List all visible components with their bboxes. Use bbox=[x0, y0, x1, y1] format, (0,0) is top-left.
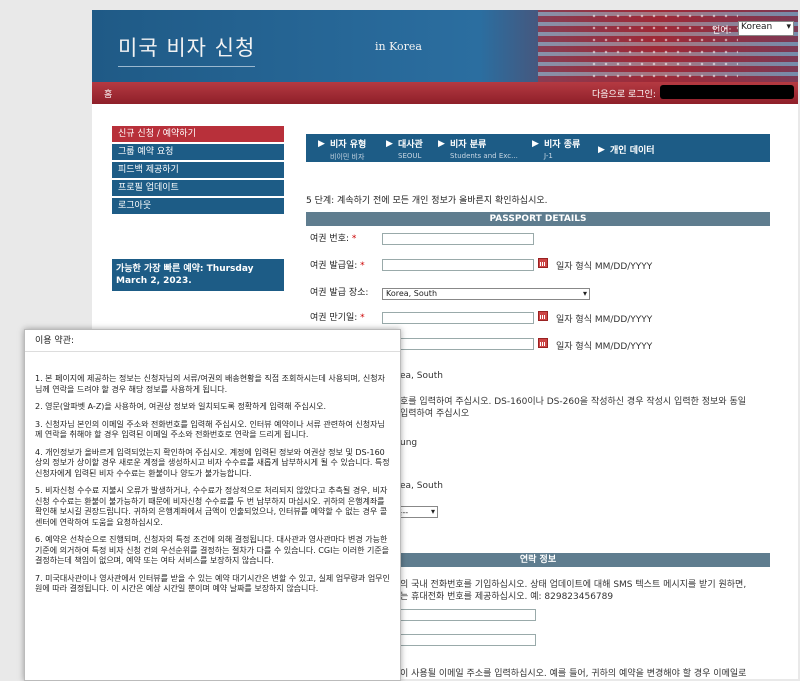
arrow-right-icon: ▶ bbox=[532, 139, 539, 149]
email-instruction: 이 사용될 이메일 주소를 입력하십시오. 예를 들어, 귀하의 예약을 변경해… bbox=[400, 669, 747, 679]
step-value: J-1 bbox=[544, 152, 553, 160]
step-name: 비자 유형 bbox=[330, 140, 367, 150]
step-visa-category: ▶ 비자 분류 Students and Exc... bbox=[438, 137, 518, 160]
arrow-right-icon: ▶ bbox=[386, 139, 393, 149]
sidebar-item-logout[interactable]: 로그아웃 bbox=[112, 198, 284, 214]
terms-item: 5. 비자신청 수수료 지불시 오류가 발생하거나, 수수료가 정상적으로 처리… bbox=[35, 486, 388, 527]
terms-item: 6. 예약은 선착순으로 진행되며, 신청자의 특정 조건에 의해 결정됩니다.… bbox=[35, 535, 390, 565]
redacted-username bbox=[660, 85, 794, 99]
sidebar-item-profile-update[interactable]: 프로필 업데이트 bbox=[112, 180, 284, 196]
ds160-instruction-line2: 입력하여 주십시오 bbox=[400, 409, 470, 419]
arrow-right-icon: ▶ bbox=[438, 139, 445, 149]
flag-stars bbox=[588, 10, 738, 82]
arrow-right-icon: ▶ bbox=[318, 139, 325, 149]
country-select-behind-2[interactable]: ea, South bbox=[400, 481, 443, 491]
site-banner: 미국 비자 신청 in Korea 언어: Korean ▾ bbox=[92, 10, 798, 82]
site-title: 미국 비자 신청 bbox=[118, 32, 256, 67]
date-format-hint: 일자 형식 MM/DD/YYYY bbox=[556, 262, 653, 272]
nav-home-link[interactable]: 홈 bbox=[104, 87, 112, 100]
name-input-behind[interactable]: ung bbox=[400, 438, 417, 448]
step-visa-class: ▶ 비자 종류 J-1 bbox=[532, 137, 581, 160]
passport-number-label: 여권 번호: * bbox=[310, 234, 357, 244]
calendar-icon[interactable] bbox=[538, 258, 548, 268]
language-label: 언어: bbox=[712, 26, 732, 36]
passport-issue-place-label: 여권 발급 장소: bbox=[310, 288, 369, 298]
step-instruction: 5 단계: 계속하기 전에 모든 개인 정보가 올바른지 확인하십시오. bbox=[306, 196, 548, 206]
country-select-behind[interactable]: ea, South bbox=[400, 371, 443, 381]
date-format-hint: 일자 형식 MM/DD/YYYY bbox=[556, 315, 653, 325]
sidebar-item-group-appointment[interactable]: 그룹 예약 요청 bbox=[112, 144, 284, 160]
step-name: 대사관 bbox=[398, 140, 423, 150]
terms-body: 1. 본 페이지에 제공하는 정보는 신청자님의 서류/여권의 배송현황을 직접… bbox=[35, 374, 391, 602]
passport-issue-date-label: 여권 발급일: * bbox=[310, 261, 365, 271]
chevron-down-icon: ▾ bbox=[786, 22, 791, 32]
language-select-value: Korean bbox=[741, 22, 773, 32]
nav-login-label: 다음으로 로그인: bbox=[592, 90, 656, 100]
progress-steps: ▶ 비자 유형비이민 비자 ▶ 대사관 SEOUL ▶ 비자 분류 Students an… bbox=[306, 134, 770, 162]
step-value: Students and Exc... bbox=[450, 152, 518, 160]
terms-item: 4. 개인정보가 올바르게 입력되었는지 확인하여 주십시오. 계정에 입력된 … bbox=[35, 447, 390, 478]
phone-instruction-line2: 는 휴대전화 번호를 제공하십시오. 예: 829823456789 bbox=[400, 592, 614, 602]
step-visa-type: ▶ 비자 유형비이민 비자 bbox=[318, 137, 367, 162]
step-personal-data: ▶ 개인 데이터 bbox=[598, 143, 655, 156]
terms-modal: 이용 약관: 1. 본 페이지에 제공하는 정보는 신청자님의 서류/여권의 배… bbox=[24, 329, 401, 681]
passport-section-header: PASSPORT DETAILS bbox=[306, 212, 770, 226]
terms-item: 3. 신청자님 본인의 이메일 주소와 전화번호를 입력해 주십시오. 인터뷰 … bbox=[35, 419, 385, 440]
passport-issue-date-input[interactable] bbox=[382, 259, 534, 271]
calendar-icon[interactable] bbox=[538, 338, 548, 348]
passport-issue-place-select[interactable]: Korea, South bbox=[382, 288, 590, 300]
passport-expiry-label: 여권 만기일: * bbox=[310, 313, 365, 323]
sidebar-menu: 신규 신청 / 예약하기 그룹 예약 요청 피드백 제공하기 프로필 업데이트 … bbox=[112, 126, 284, 216]
language-select[interactable]: Korean ▾ bbox=[738, 21, 794, 36]
calendar-icon[interactable] bbox=[538, 311, 548, 321]
step-embassy: ▶ 대사관 SEOUL bbox=[386, 137, 423, 160]
terms-title: 이용 약관: bbox=[25, 330, 400, 352]
passport-number-input[interactable] bbox=[382, 233, 534, 245]
phone-input-behind[interactable] bbox=[382, 609, 536, 621]
date-format-hint: 일자 형식 MM/DD/YYYY bbox=[556, 342, 653, 352]
passport-expiry-input[interactable] bbox=[382, 312, 534, 324]
sidebar-item-feedback[interactable]: 피드백 제공하기 bbox=[112, 162, 284, 178]
terms-item: 1. 본 페이지에 제공하는 정보는 신청자님의 서류/여권의 배송현황을 직접… bbox=[35, 374, 385, 394]
phone-input-behind-2[interactable] bbox=[382, 634, 536, 646]
step-name: 비자 분류 bbox=[450, 140, 487, 150]
terms-item: 7. 미국대사관이나 영사관에서 인터뷰를 받을 수 있는 예약 대기시간은 변… bbox=[35, 573, 390, 594]
step-name: 비자 종류 bbox=[544, 140, 581, 150]
earliest-appointment: 가능한 가장 빠른 예약: Thursday March 2, 2023. bbox=[112, 259, 284, 291]
sidebar-item-new-application[interactable]: 신규 신청 / 예약하기 bbox=[112, 126, 284, 142]
arrow-right-icon: ▶ bbox=[598, 145, 605, 155]
top-navbar: 홈 다음으로 로그인: bbox=[92, 82, 798, 104]
step-value: 비이민 비자 bbox=[330, 153, 365, 161]
date-input-behind[interactable] bbox=[382, 338, 534, 350]
step-value: SEOUL bbox=[398, 152, 422, 160]
step-name: 개인 데이터 bbox=[610, 146, 655, 156]
terms-item: 2. 영문(알파벳 A-Z)을 사용하여, 여권상 정보와 일치되도록 정확하게… bbox=[35, 402, 327, 411]
site-subtitle: in Korea bbox=[375, 40, 422, 53]
